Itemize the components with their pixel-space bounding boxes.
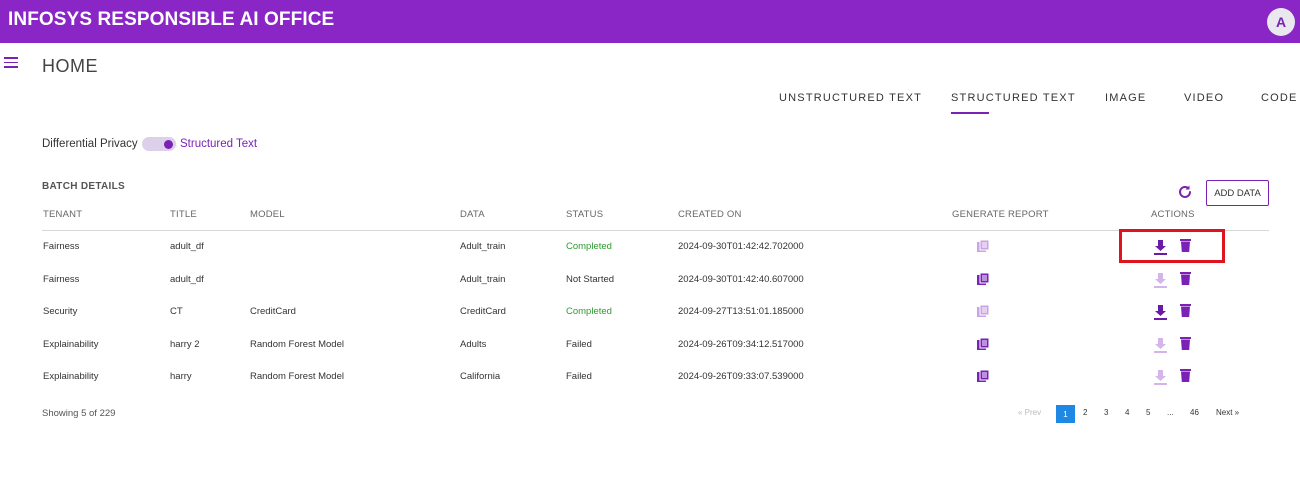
cell-data: Adult_train	[460, 274, 506, 285]
column-header-tenant: TENANT	[43, 209, 83, 220]
trash-icon[interactable]	[1180, 303, 1191, 317]
cell-title: adult_df	[170, 274, 204, 285]
report-icon[interactable]	[976, 272, 990, 286]
cell-created-on: 2024-09-26T09:34:12.517000	[678, 339, 804, 350]
pagination-page-1[interactable]: 1	[1056, 405, 1075, 423]
add-data-button[interactable]: ADD DATA	[1206, 180, 1269, 206]
showing-count: Showing 5 of 229	[42, 408, 116, 419]
menu-icon[interactable]	[4, 57, 18, 68]
download-icon[interactable]	[1153, 304, 1168, 320]
pagination-page-5[interactable]: 5	[1146, 408, 1150, 417]
trash-icon[interactable]	[1180, 336, 1191, 350]
cell-title: harry	[170, 371, 192, 382]
pagination-ellipsis: ...	[1167, 408, 1174, 417]
pagination-page-2[interactable]: 2	[1083, 408, 1087, 417]
column-header-actions: ACTIONS	[1151, 209, 1195, 220]
refresh-icon[interactable]	[1177, 184, 1193, 200]
column-header-title: TITLE	[170, 209, 197, 220]
table-header-divider	[42, 230, 1269, 231]
pagination-page-3[interactable]: 3	[1104, 408, 1108, 417]
cell-title: CT	[170, 306, 183, 317]
cell-model: CreditCard	[250, 306, 296, 317]
cell-status: Completed	[566, 241, 612, 252]
pagination-page-4[interactable]: 4	[1125, 408, 1129, 417]
highlight-annotation-box	[1119, 229, 1225, 263]
trash-icon[interactable]	[1180, 368, 1191, 382]
download-icon[interactable]	[1153, 337, 1168, 353]
tab-image[interactable]: IMAGE	[1105, 92, 1146, 104]
page-title: HOME	[42, 56, 98, 76]
cell-status: Failed	[566, 339, 592, 350]
cell-tenant: Fairness	[43, 274, 80, 285]
column-header-model: MODEL	[250, 209, 285, 220]
tab-video[interactable]: VIDEO	[1184, 92, 1224, 104]
table-row: Fairness adult_df Adult_train Not Starte…	[0, 265, 1300, 297]
toggle-knob	[164, 139, 173, 149]
cell-data: Adult_train	[460, 241, 506, 252]
user-avatar[interactable]: A	[1267, 8, 1295, 36]
differential-privacy-label: Differential Privacy	[42, 138, 138, 150]
column-header-data: DATA	[460, 209, 485, 220]
cell-status: Failed	[566, 371, 592, 382]
active-tab-indicator	[951, 112, 989, 114]
download-icon[interactable]	[1153, 272, 1168, 288]
structured-text-label: Structured Text	[180, 138, 258, 150]
app-title: INFOSYS RESPONSIBLE AI OFFICE	[8, 9, 335, 30]
cell-created-on: 2024-09-27T13:51:01.185000	[678, 306, 804, 317]
cell-tenant: Security	[43, 306, 78, 317]
tab-code[interactable]: CODE	[1261, 92, 1298, 104]
batch-details-title: BATCH DETAILS	[42, 181, 125, 192]
download-icon[interactable]	[1153, 369, 1168, 385]
cell-status: Completed	[566, 306, 612, 317]
cell-data: California	[460, 371, 501, 382]
table-row: Explainability harry Random Forest Model…	[0, 362, 1300, 394]
column-header-created-on: CREATED ON	[678, 209, 742, 220]
pagination-next[interactable]: Next »	[1216, 408, 1239, 417]
tab-structured-text[interactable]: STRUCTURED TEXT	[951, 92, 1076, 104]
table-row: Security CT CreditCard CreditCard Comple…	[0, 297, 1300, 329]
cell-created-on: 2024-09-26T09:33:07.539000	[678, 371, 804, 382]
report-icon[interactable]	[976, 239, 990, 253]
cell-status: Not Started	[566, 274, 615, 285]
cell-tenant: Explainability	[43, 371, 99, 382]
column-header-generate-report: GENERATE REPORT	[952, 209, 1049, 220]
cell-data: Adults	[460, 339, 487, 350]
report-icon[interactable]	[976, 304, 990, 318]
cell-model: Random Forest Model	[250, 339, 344, 350]
tab-unstructured-text[interactable]: UNSTRUCTURED TEXT	[779, 92, 922, 104]
trash-icon[interactable]	[1180, 271, 1191, 285]
privacy-toggle-switch[interactable]	[142, 137, 176, 151]
cell-created-on: 2024-09-30T01:42:40.607000	[678, 274, 804, 285]
cell-title: harry 2	[170, 339, 200, 350]
top-app-bar: INFOSYS RESPONSIBLE AI OFFICE A	[0, 0, 1300, 43]
column-header-status: STATUS	[566, 209, 604, 220]
cell-created-on: 2024-09-30T01:42:42.702000	[678, 241, 804, 252]
table-row: Fairness adult_df Adult_train Completed …	[0, 232, 1300, 264]
table-row: Explainability harry 2 Random Forest Mod…	[0, 330, 1300, 362]
cell-data: CreditCard	[460, 306, 506, 317]
cell-tenant: Fairness	[43, 241, 80, 252]
pagination-page-46[interactable]: 46	[1190, 408, 1199, 417]
report-icon[interactable]	[976, 369, 990, 383]
cell-model: Random Forest Model	[250, 371, 344, 382]
pagination-prev[interactable]: « Prev	[1018, 408, 1041, 417]
cell-tenant: Explainability	[43, 339, 99, 350]
report-icon[interactable]	[976, 337, 990, 351]
cell-title: adult_df	[170, 241, 204, 252]
